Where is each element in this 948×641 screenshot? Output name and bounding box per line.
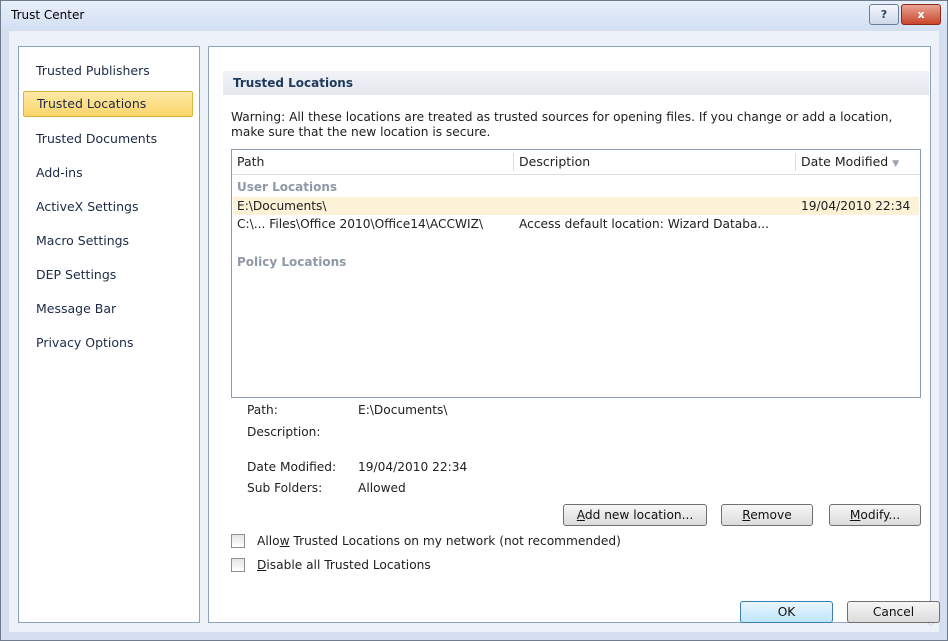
group-label-policy-locations: Policy Locations xyxy=(237,255,347,269)
sidebar-item-macro-settings[interactable]: Macro Settings xyxy=(23,228,193,254)
button-access-key: M xyxy=(849,508,861,522)
list-header: Path Description Date Modified ▼ xyxy=(232,150,920,175)
add-new-location-button[interactable]: Add new location... xyxy=(563,504,707,526)
column-header-path[interactable]: Path xyxy=(237,150,512,174)
help-icon: ? xyxy=(880,8,888,21)
sidebar-item-trusted-documents[interactable]: Trusted Documents xyxy=(23,126,193,152)
detail-path-value: E:\Documents\ xyxy=(358,403,448,417)
detail-date-value: 19/04/2010 22:34 xyxy=(358,460,468,474)
section-title: Trusted Locations xyxy=(233,76,353,90)
disable-trusted-locations-label[interactable]: Disable all Trusted Locations xyxy=(257,556,431,574)
list-row[interactable]: E:\Documents\ 19/04/2010 22:34 xyxy=(233,197,919,215)
help-button[interactable]: ? xyxy=(869,4,899,25)
column-header-path-label: Path xyxy=(237,154,265,169)
row-description: Access default location: Wizard Databa..… xyxy=(519,217,770,231)
sidebar-item-trusted-publishers[interactable]: Trusted Publishers xyxy=(23,58,193,84)
sidebar-item-activex-settings[interactable]: ActiveX Settings xyxy=(23,194,193,220)
checkbox-label-text: isable all Trusted Locations xyxy=(266,558,431,572)
detail-subfolders-label: Sub Folders: xyxy=(247,481,323,495)
title-bar[interactable]: Trust Center ? x xyxy=(1,1,947,29)
group-label-user-locations: User Locations xyxy=(237,180,338,194)
close-button[interactable]: x xyxy=(901,4,941,25)
remove-button[interactable]: Remove xyxy=(721,504,813,526)
section-header: Trusted Locations xyxy=(223,71,929,95)
sidebar-item-trusted-locations[interactable]: Trusted Locations xyxy=(23,91,193,117)
row-date-modified: 19/04/2010 22:34 xyxy=(801,199,911,213)
column-separator[interactable] xyxy=(795,153,796,171)
checkbox-access-key: w xyxy=(279,534,290,548)
checkbox-label-text: Trusted Locations on my network (not rec… xyxy=(289,534,621,548)
settings-panel: Trusted Locations Warning: All these loc… xyxy=(208,46,931,623)
button-label: odify... xyxy=(860,508,901,522)
ok-button[interactable]: OK xyxy=(740,601,833,623)
sidebar-item-message-bar[interactable]: Message Bar xyxy=(23,296,193,322)
trusted-locations-list[interactable]: Path Description Date Modified ▼ User Loc… xyxy=(231,149,921,398)
column-header-description[interactable]: Description xyxy=(519,150,794,174)
row-path: E:\Documents\ xyxy=(237,199,327,213)
button-access-key: R xyxy=(742,508,751,522)
column-separator[interactable] xyxy=(513,153,514,171)
category-sidebar: Trusted Publishers Trusted Locations Tru… xyxy=(18,46,200,623)
checkbox-access-key: D xyxy=(257,558,267,572)
detail-date-label: Date Modified: xyxy=(247,460,337,474)
trust-center-dialog: Trust Center ? x Trusted Publishers Trus… xyxy=(0,0,948,641)
dialog-client-area: Trusted Publishers Trusted Locations Tru… xyxy=(9,31,940,632)
row-path: C:\... Files\Office 2010\Office14\ACCWIZ… xyxy=(237,217,484,231)
column-header-date-label: Date Modified xyxy=(801,154,889,169)
disable-trusted-locations-checkbox[interactable] xyxy=(231,558,245,572)
sidebar-item-dep-settings[interactable]: DEP Settings xyxy=(23,262,193,288)
allow-network-locations-label[interactable]: Allow Trusted Locations on my network (n… xyxy=(257,532,621,550)
detail-path-label: Path: xyxy=(247,403,278,417)
checkbox-label-text: Allo xyxy=(257,534,280,548)
detail-description-label: Description: xyxy=(247,425,321,439)
list-row[interactable]: C:\... Files\Office 2010\Office14\ACCWIZ… xyxy=(233,215,919,233)
column-header-date-modified[interactable]: Date Modified ▼ xyxy=(801,150,919,174)
window-title: Trust Center xyxy=(11,8,85,22)
sidebar-item-privacy-options[interactable]: Privacy Options xyxy=(23,330,193,356)
detail-subfolders-value: Allowed xyxy=(358,481,406,495)
close-icon: x xyxy=(917,8,925,21)
sidebar-item-add-ins[interactable]: Add-ins xyxy=(23,160,193,186)
button-label: dd new location... xyxy=(584,508,694,522)
allow-network-locations-checkbox[interactable] xyxy=(231,534,245,548)
modify-button[interactable]: Modify... xyxy=(829,504,921,526)
button-access-key: A xyxy=(576,508,585,522)
column-header-description-label: Description xyxy=(519,154,591,169)
sort-descending-icon: ▼ xyxy=(892,159,900,169)
button-label: emove xyxy=(750,508,792,522)
resize-grip-icon[interactable]: ⁘ xyxy=(927,620,937,630)
warning-text: Warning: All these locations are treated… xyxy=(231,110,893,139)
